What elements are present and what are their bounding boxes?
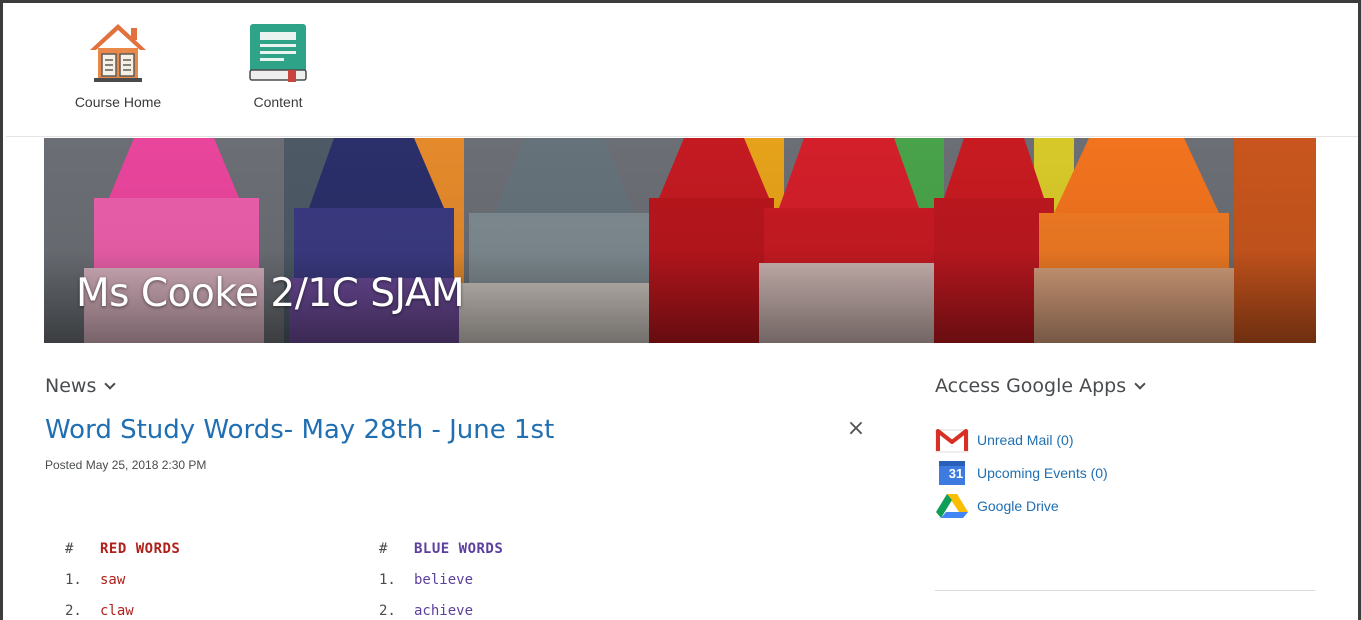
blue-words-heading: BLUE WORDS	[414, 541, 504, 557]
list-item: 1. saw	[65, 572, 180, 603]
browser-frame: Course Home Content Ms Cooke 2/1C SJAM N…	[0, 0, 1361, 620]
course-navbar: Course Home Content	[6, 6, 1358, 137]
google-apps-item-label: Google Drive	[977, 497, 1059, 514]
list-item-number: 2.	[65, 603, 82, 619]
list-item-number: 2.	[379, 603, 396, 619]
widget-divider	[935, 590, 1315, 591]
red-words-heading: RED WORDS	[100, 541, 181, 557]
nav-content-label: Content	[253, 94, 303, 110]
red-words-hash: #	[65, 541, 74, 557]
nav-course-home[interactable]: Course Home	[58, 20, 178, 110]
list-item-number: 1.	[65, 572, 82, 588]
course-banner: Ms Cooke 2/1C SJAM	[44, 138, 1316, 343]
blue-words-hash: #	[379, 541, 388, 557]
list-item-word: saw	[100, 572, 126, 588]
list-item: 2. achieve	[379, 603, 503, 620]
red-words-header: # RED WORDS	[65, 541, 180, 572]
google-apps-list: Unread Mail (0) 31 Upcoming Events (0) G…	[935, 423, 1108, 522]
drive-icon	[936, 493, 968, 518]
google-apps-item-calendar[interactable]: 31 Upcoming Events (0)	[935, 456, 1108, 489]
google-apps-item-label: Unread Mail (0)	[977, 431, 1074, 448]
news-widget-heading[interactable]: News	[45, 375, 117, 397]
google-apps-item-drive[interactable]: Google Drive	[935, 489, 1108, 522]
red-words-list: # RED WORDS 1. saw 2. claw	[65, 541, 180, 620]
book-icon	[249, 24, 307, 82]
course-title: Ms Cooke 2/1C SJAM	[76, 271, 465, 316]
google-apps-item-mail[interactable]: Unread Mail (0)	[935, 423, 1108, 456]
list-item-word: achieve	[414, 603, 474, 619]
news-posted-date: Posted May 25, 2018 2:30 PM	[45, 458, 207, 472]
google-apps-widget-heading[interactable]: Access Google Apps	[935, 375, 1146, 397]
house-icon	[90, 24, 146, 82]
news-heading-label: News	[45, 375, 97, 397]
list-item-number: 1.	[379, 572, 396, 588]
list-item-word: claw	[100, 603, 134, 619]
list-item-word: believe	[414, 572, 474, 588]
blue-words-list: # BLUE WORDS 1. believe 2. achieve	[379, 541, 503, 620]
dismiss-news-button[interactable]: ×	[845, 418, 867, 440]
blue-words-header: # BLUE WORDS	[379, 541, 503, 572]
gmail-icon	[935, 428, 969, 452]
chevron-down-icon	[1134, 378, 1146, 390]
news-item-title[interactable]: Word Study Words- May 28th - June 1st	[45, 415, 554, 445]
chevron-down-icon	[104, 378, 117, 390]
list-item: 1. believe	[379, 572, 503, 603]
google-apps-heading-label: Access Google Apps	[935, 375, 1127, 397]
google-apps-item-label: Upcoming Events (0)	[977, 464, 1108, 481]
nav-course-home-label: Course Home	[74, 94, 162, 110]
nav-content[interactable]: Content	[218, 20, 338, 110]
calendar-icon-number: 31	[948, 466, 964, 481]
list-item: 2. claw	[65, 603, 180, 620]
